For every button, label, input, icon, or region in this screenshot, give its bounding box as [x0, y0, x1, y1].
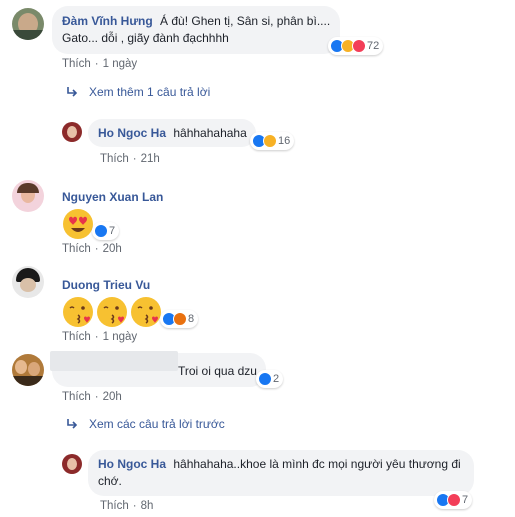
reaction-summary[interactable]: 2 [256, 370, 284, 388]
kissing-face-emoji-icon [63, 297, 93, 327]
like-reaction-icon [258, 372, 272, 386]
comment-bubble: Đàm Vĩnh Hưng Á đù! Ghen tị, Sân si, phâ… [52, 6, 340, 54]
avatar[interactable] [12, 354, 44, 386]
timestamp[interactable]: 1 ngày [103, 331, 138, 343]
commenter-name[interactable]: Ho Ngoc Ha [98, 126, 166, 140]
comment-bubble: Ho Ngoc Ha hâhhahaha..khoe là mình đc mọ… [88, 450, 474, 496]
reaction-summary[interactable]: 8 [160, 310, 199, 328]
reaction-count: 8 [188, 313, 195, 325]
like-link[interactable]: Thích [62, 243, 91, 255]
comment-actions: Thích · 20h [62, 391, 122, 403]
reaction-summary[interactable]: 72 [328, 37, 384, 55]
reaction-summary[interactable]: 16 [250, 132, 295, 150]
like-link[interactable]: Thích [100, 500, 129, 512]
avatar[interactable] [62, 454, 82, 474]
timestamp[interactable]: 20h [103, 243, 122, 255]
comment-text: hâhhahahaha [173, 126, 247, 140]
timestamp[interactable]: 21h [141, 153, 160, 165]
reaction-count: 16 [278, 135, 291, 147]
like-link[interactable]: Thích [100, 153, 129, 165]
reply-arrow-icon [67, 419, 78, 429]
reaction-count: 72 [367, 40, 380, 52]
comment-bubble: Ho Ngoc Ha hâhhahahaha [88, 119, 256, 147]
angry-reaction-icon [173, 312, 187, 326]
comment-text: Gato... dỗi , giãy đành đạchhhh [62, 31, 229, 45]
reaction-summary[interactable]: 7 [434, 491, 473, 509]
avatar[interactable] [12, 180, 44, 212]
commenter-name[interactable]: Duong Trieu Vu [62, 278, 150, 292]
comment-actions: Thích · 1 ngày [62, 58, 138, 70]
like-reaction-icon [94, 224, 108, 238]
redacted-name-block [50, 351, 178, 371]
reaction-count: 7 [109, 225, 116, 237]
like-link[interactable]: Thích [62, 331, 91, 343]
view-previous-replies-link[interactable]: Xem các câu trả lời trước [89, 417, 225, 431]
comment-bubble: Troi oi qua dzu [50, 351, 266, 387]
heart-eyes-emoji-icon [63, 209, 93, 239]
timestamp[interactable]: 20h [103, 391, 122, 403]
kissing-face-emoji-icon [131, 297, 161, 327]
love-reaction-icon [447, 493, 461, 507]
like-link[interactable]: Thích [62, 58, 91, 70]
comment-actions: Thích · 21h [100, 153, 160, 165]
comment-text: Á đù! Ghen tị, Sân si, phân bì.... [160, 14, 331, 28]
commenter-name[interactable]: Đàm Vĩnh Hưng [62, 14, 153, 28]
avatar[interactable] [12, 266, 44, 298]
reply-arrow-icon [67, 87, 78, 97]
haha-reaction-icon [263, 134, 277, 148]
commenter-name[interactable]: Nguyen Xuan Lan [62, 190, 163, 204]
avatar[interactable] [12, 8, 44, 40]
love-reaction-icon [352, 39, 366, 53]
comment-actions: Thích · 20h [62, 243, 122, 255]
comment-actions: Thích · 1 ngày [62, 331, 138, 343]
like-link[interactable]: Thích [62, 391, 91, 403]
comment-text: Troi oi qua dzu [178, 364, 257, 378]
reaction-count: 2 [273, 373, 280, 385]
reaction-count: 7 [462, 494, 469, 506]
reaction-summary[interactable]: 7 [92, 222, 120, 240]
avatar[interactable] [62, 122, 82, 142]
comment-text: chớ. [98, 474, 122, 488]
view-more-replies-link[interactable]: Xem thêm 1 câu trả lời [89, 85, 210, 99]
commenter-name[interactable]: Ho Ngoc Ha [98, 457, 166, 471]
timestamp[interactable]: 1 ngày [103, 58, 138, 70]
comment-text: hâhhahaha..khoe là mình đc mọi người yêu… [173, 457, 461, 471]
comment-actions: Thích · 8h [100, 500, 154, 512]
timestamp[interactable]: 8h [141, 500, 154, 512]
kissing-face-emoji-icon [97, 297, 127, 327]
